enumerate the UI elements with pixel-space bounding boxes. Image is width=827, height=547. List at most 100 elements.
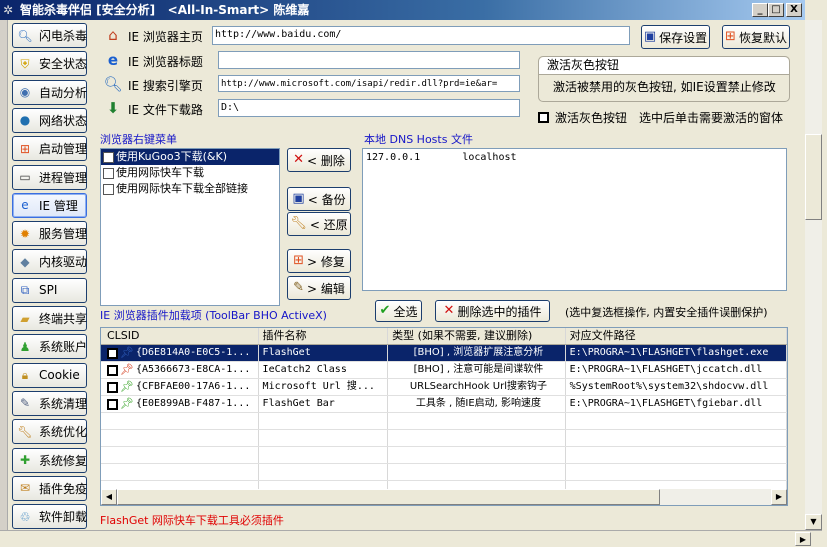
- context-menu-item-label: 使用KuGoo3下载(&K): [116, 150, 227, 163]
- column-header-name[interactable]: 插件名称: [259, 328, 389, 344]
- context-menu-item[interactable]: 使用KuGoo3下载(&K): [101, 149, 279, 165]
- column-header-type[interactable]: 类型 (如果不需要, 建议删除): [388, 328, 566, 344]
- sidebar-item-4[interactable]: ⊞ 启动管理: [12, 136, 87, 162]
- wrench-icon: 🔧︎: [290, 216, 307, 231]
- row-checkbox[interactable]: [107, 381, 118, 393]
- sidebar-item-label: 软件卸载: [39, 510, 88, 525]
- select-all-button[interactable]: ✔ 全选: [375, 300, 422, 322]
- select-all-label: 全选: [393, 304, 418, 319]
- pin-icon: 📌︎: [120, 346, 134, 359]
- sidebar-item-9[interactable]: ⧉ SPI: [12, 277, 87, 303]
- minimize-button[interactable]: _: [752, 3, 768, 17]
- checkbox[interactable]: [103, 183, 114, 195]
- vertical-scroll-thumb[interactable]: [805, 134, 822, 220]
- search-input[interactable]: http://www.microsoft.com/isapi/redir.dll…: [218, 75, 520, 92]
- sidebar-item-17[interactable]: ♲ 软件卸载: [12, 504, 88, 530]
- sidebar-item-label: 自动分析: [39, 85, 88, 100]
- sidebar-item-5[interactable]: ▭ 进程管理: [12, 164, 87, 190]
- sidebar-item-0[interactable]: 🔍︎ 闪电杀毒: [12, 23, 87, 48]
- save-settings-button[interactable]: ▣ 保存设置: [641, 25, 710, 49]
- hosts-textarea[interactable]: 127.0.0.1 localhost: [362, 148, 787, 291]
- activate-checkbox[interactable]: [538, 112, 549, 123]
- table-row: [101, 430, 787, 447]
- title-bar: 智能杀毒伴侣 [安全分析] <All-In-Smart> 陈维嘉: [0, 0, 805, 20]
- sidebar-item-10[interactable]: ▰ 终端共享: [12, 306, 87, 331]
- title-input[interactable]: [218, 51, 520, 69]
- scroll-right-button[interactable]: ▶: [795, 532, 811, 546]
- restore-label: < 还原: [309, 217, 348, 232]
- repair-button[interactable]: ⊞ > 修复: [287, 249, 351, 273]
- sidebar-item-1[interactable]: ⛨ 安全状态: [12, 51, 87, 77]
- table-row[interactable]: 📌︎ {E0E899AB-F487-1... FlashGet Bar 工具条 , 随…: [101, 396, 787, 413]
- floppy-icon: ▣: [292, 191, 305, 206]
- table-header: CLSID 插件名称 类型 (如果不需要, 建议删除) 对应文件路径: [101, 328, 787, 345]
- path-cell: E:\PROGRA~1\FLASHGET\jccatch.dll: [566, 362, 787, 378]
- sidebar-item-6[interactable]: e IE 管理: [12, 192, 87, 218]
- delete-button[interactable]: ✕ < 删除: [287, 148, 351, 172]
- table-row[interactable]: 📌︎ {A5366673-E8CA-1... IeCatch2 Class [BHO]…: [101, 362, 787, 379]
- column-header-path[interactable]: 对应文件路径: [566, 328, 787, 344]
- download-input[interactable]: D:\: [218, 99, 520, 117]
- column-header-clsid[interactable]: CLSID: [101, 328, 259, 344]
- restore-button[interactable]: 🔧︎ < 还原: [287, 212, 351, 236]
- context-menu-label: 浏览器右键菜单: [100, 133, 177, 146]
- sidebar-item-16[interactable]: ✉ 插件免疫: [12, 475, 87, 501]
- type-cell: 工具条 , 随IE启动, 影响速度: [388, 396, 566, 412]
- edit-button[interactable]: ✎ > 编辑: [287, 276, 351, 300]
- sidebar-item-label: 系统修复: [39, 453, 88, 468]
- scroll-down-button[interactable]: ▼: [805, 514, 822, 530]
- backup-button[interactable]: ▣ < 备份: [287, 187, 351, 211]
- sidebar-item-12[interactable]: 🔒︎ Cookie: [12, 362, 87, 388]
- pin-icon: 📌︎: [120, 380, 134, 393]
- activate-checkbox-row[interactable]: 激活灰色按钮 选中后单击需要激活的窗体: [538, 109, 783, 126]
- activate-checkbox-label: 激活灰色按钮: [555, 111, 628, 125]
- sidebar-item-13[interactable]: ✎ 系统清理: [12, 390, 88, 416]
- row-checkbox[interactable]: [107, 347, 118, 359]
- home-label: IE 浏览器主页: [128, 30, 203, 44]
- sidebar-item-8[interactable]: ◆ 内核驱动: [12, 249, 87, 275]
- sidebar-item-3[interactable]: ● 网络状态: [12, 107, 87, 133]
- path-cell: E:\PROGRA~1\FLASHGET\flashget.exe: [566, 345, 787, 361]
- window-horizontal-scrollbar[interactable]: ▶: [0, 530, 822, 546]
- context-menu-item[interactable]: 使用网际快车下载: [101, 165, 279, 181]
- clsid-cell: {D6E814A0-E0C5-1...: [135, 347, 251, 358]
- row-checkbox[interactable]: [107, 364, 118, 376]
- search-icon: 🔍︎: [103, 75, 123, 93]
- scroll-right-button[interactable]: ▶: [771, 489, 787, 505]
- sidebar-frame: [0, 20, 8, 530]
- scroll-thumb[interactable]: [117, 489, 660, 505]
- sidebar-item-7[interactable]: ✹ 服务管理: [12, 221, 87, 247]
- table-horizontal-scrollbar[interactable]: ◀ ▶: [101, 489, 787, 505]
- delete-label: < 删除: [307, 153, 345, 168]
- clsid-cell: {E0E899AB-F487-1...: [135, 398, 251, 409]
- context-menu-list[interactable]: 使用KuGoo3下载(&K) 使用网际快车下载 使用网际快车下载全部链接: [100, 148, 280, 306]
- delete-selected-button[interactable]: ✕ 删除选中的插件: [435, 300, 550, 322]
- sidebar-item-2[interactable]: ◉ 自动分析: [12, 79, 88, 105]
- table-row: [101, 447, 787, 464]
- checkbox[interactable]: [103, 151, 114, 163]
- close-button[interactable]: X: [786, 3, 802, 17]
- table-row: [101, 413, 787, 430]
- window-vertical-scrollbar[interactable]: ▼: [805, 20, 822, 530]
- edit-label: > 编辑: [307, 281, 345, 296]
- sidebar-item-label: 系统清理: [39, 396, 88, 411]
- maximize-button[interactable]: □: [768, 3, 784, 17]
- checkbox[interactable]: [103, 167, 114, 179]
- sidebar-item-label: IE 管理: [39, 198, 78, 213]
- sidebar-item-11[interactable]: ♟ 系统账户: [12, 334, 87, 360]
- sidebar-item-15[interactable]: ✚ 系统修复: [12, 447, 88, 473]
- context-menu-item[interactable]: 使用网际快车下载全部链接: [101, 181, 279, 197]
- name-cell: FlashGet Bar: [259, 396, 389, 412]
- restore-default-button[interactable]: ⊞ 恢复默认: [722, 25, 790, 49]
- row-checkbox[interactable]: [107, 398, 118, 410]
- home-input[interactable]: http://www.baidu.com/: [212, 26, 630, 45]
- repair-icon: ✚: [19, 453, 31, 467]
- activate-group-title: 激活灰色按钮: [539, 57, 789, 75]
- scroll-left-button[interactable]: ◀: [101, 489, 117, 505]
- scroll-track[interactable]: [660, 489, 771, 505]
- network-icon: ⧉: [20, 283, 30, 298]
- table-row[interactable]: 📌︎ {CFBFAE00-17A6-1... Microsoft Url 搜... U…: [101, 379, 787, 396]
- status-text: FlashGet 网际快车下载工具必须插件: [100, 514, 284, 527]
- table-row[interactable]: 📌︎ {D6E814A0-E0C5-1... FlashGet [BHO] , 浏览器…: [101, 345, 787, 362]
- sidebar-item-14[interactable]: 🔧︎ 系统优化: [12, 419, 87, 445]
